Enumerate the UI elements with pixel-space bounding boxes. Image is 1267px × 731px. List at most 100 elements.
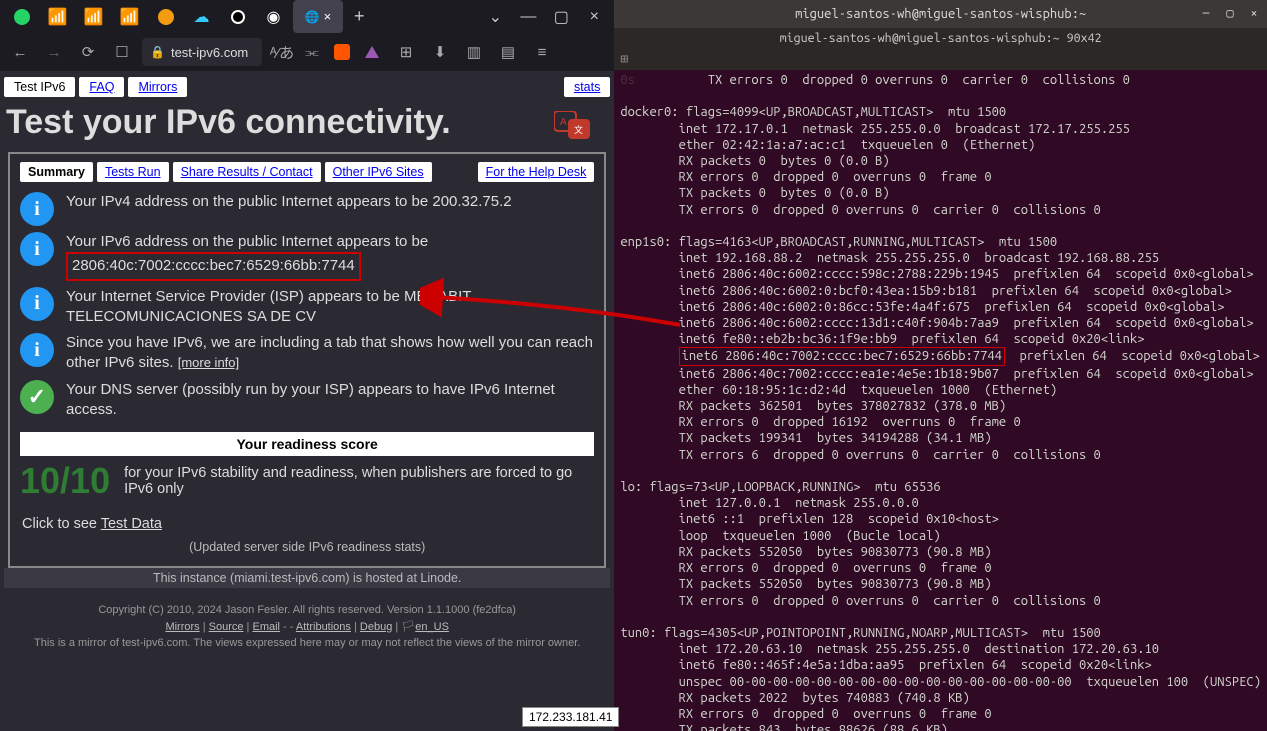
grid-icon[interactable]: ⊞ — [620, 51, 628, 68]
score-text: for your IPv6 stability and readiness, w… — [124, 465, 594, 497]
row-isp-text: Your Internet Service Provider (ISP) app… — [66, 287, 594, 328]
language-badge-icon[interactable]: A文 — [554, 111, 594, 141]
tab-whatsapp[interactable] — [5, 0, 38, 33]
terminal-output[interactable]: 0s TX errors 0 dropped 0 overruns 0 carr… — [614, 70, 1267, 731]
bookmark-icon[interactable]: ☐ — [108, 38, 136, 66]
terminal-titlebar: miguel-santos-wh@miguel-santos-wisphub:~… — [614, 0, 1267, 28]
orange-circle-icon — [158, 9, 174, 25]
github-icon: ◉ — [267, 7, 281, 27]
wifi-icon: 📶 — [48, 7, 68, 27]
browser-toolbar: ← → ⟳ ☐ 🔒 test-ipv6.com ᴬ⁄あ ⫘ ⊞ ⬇ ▥ ▤ ≡ — [0, 33, 614, 71]
tab-gen4[interactable] — [149, 0, 182, 33]
terminal-title: miguel-santos-wh@miguel-santos-wisphub:~ — [795, 6, 1086, 23]
window-minimize-button[interactable]: — — [513, 3, 543, 31]
tab-gen2[interactable]: 📶 — [77, 0, 110, 33]
url-bar[interactable]: 🔒 test-ipv6.com — [142, 38, 262, 66]
tab-stats[interactable]: stats — [564, 77, 610, 97]
wallet-icon[interactable]: ▥ — [460, 38, 488, 66]
bg-tab-os: 0s — [620, 73, 635, 87]
lock-icon: 🔒 — [150, 45, 165, 59]
row-ipv6-text: Your IPv6 address on the public Internet… — [66, 232, 428, 281]
wifi-icon: 📶 — [120, 7, 140, 27]
nav-forward-button[interactable]: → — [40, 38, 68, 66]
row-ipv6: i Your IPv6 address on the public Intern… — [20, 232, 594, 281]
window-close-button[interactable]: × — [579, 3, 609, 31]
nav-reload-button[interactable]: ⟳ — [74, 38, 102, 66]
terminal-toolbar: ⊞ — [614, 48, 1267, 70]
test-data-link[interactable]: Test Data — [101, 516, 162, 532]
subtab-share[interactable]: Share Results / Contact — [173, 162, 321, 182]
whatsapp-icon — [14, 9, 30, 25]
updated-note: (Updated server side IPv6 readiness stat… — [20, 540, 594, 554]
tab-test-ipv6[interactable]: Test IPv6 — [4, 77, 75, 97]
check-icon: ✓ — [20, 380, 54, 414]
new-tab-button[interactable]: + — [346, 6, 373, 27]
download-icon[interactable]: ⬇ — [426, 38, 454, 66]
tab-faq[interactable]: FAQ — [79, 77, 124, 97]
extensions-icon[interactable]: ⊞ — [392, 38, 420, 66]
term-close-button[interactable]: × — [1245, 5, 1263, 23]
footer-email-link[interactable]: Email — [252, 621, 280, 633]
footer-debug-link[interactable]: Debug — [360, 621, 392, 633]
translate-icon[interactable]: ᴬ⁄あ — [268, 38, 296, 66]
brave-rewards-icon[interactable] — [358, 38, 386, 66]
info-icon: i — [20, 232, 54, 266]
footer-mirrors-link[interactable]: Mirrors — [165, 621, 199, 633]
term-min-button[interactable]: — — [1197, 5, 1215, 23]
share-icon[interactable]: ⫘ — [298, 38, 326, 66]
nav-back-button[interactable]: ← — [6, 38, 34, 66]
row-isp: i Your Internet Service Provider (ISP) a… — [20, 287, 594, 328]
term-hl-tail: prefixlen 64 scopeid 0x0<global> — [1005, 349, 1260, 363]
cloud-icon: ☁ — [194, 7, 210, 27]
page-title: Test your IPv6 connectivity. — [6, 103, 610, 142]
subtab-tests[interactable]: Tests Run — [97, 162, 169, 182]
footer-attr-link[interactable]: Attributions — [296, 621, 351, 633]
subtab-summary[interactable]: Summary — [20, 162, 93, 182]
browser-window: 📶 📶 📶 ☁ ◉ 🌐 × + ⌄ — ▢ × ← → ⟳ ☐ 🔒 test-i… — [0, 0, 614, 731]
wifi-icon: 📶 — [84, 7, 104, 27]
tab-active[interactable]: 🌐 × — [293, 0, 343, 33]
tab-mirrors[interactable]: Mirrors — [128, 77, 187, 97]
row-tab-note: i Since you have IPv6, we are including … — [20, 333, 594, 374]
tab-gen3[interactable]: 📶 — [113, 0, 146, 33]
more-info-link[interactable]: [more info] — [178, 355, 239, 370]
hosted-line: This instance (miami.test-ipv6.com) is h… — [4, 568, 610, 588]
footer-source-link[interactable]: Source — [209, 621, 244, 633]
tab-dropdown-button[interactable]: ⌄ — [480, 3, 510, 31]
tab-gen1[interactable]: 📶 — [41, 0, 74, 33]
row-ipv4-text: Your IPv4 address on the public Internet… — [66, 192, 512, 212]
tab-gen5[interactable]: ☁ — [185, 0, 218, 33]
page-footer: Copyright (C) 2010, 2024 Jason Fesler. A… — [4, 602, 610, 652]
results-subtabs: Summary Tests Run Share Results / Contac… — [20, 162, 594, 182]
panda-icon — [231, 10, 245, 24]
page-top-tabs: Test IPv6 FAQ Mirrors stats — [4, 77, 610, 97]
results-panel: Summary Tests Run Share Results / Contac… — [8, 152, 606, 568]
subtab-other[interactable]: Other IPv6 Sites — [325, 162, 432, 182]
terminal-subtitle: miguel-santos-wh@miguel-santos-wisphub:~… — [614, 28, 1267, 48]
info-icon: i — [20, 192, 54, 226]
term-lines-bottom: inet6 2806:40c:7002:cccc:ea1e:4e5e:1b18:… — [620, 367, 1261, 731]
svg-text:文: 文 — [574, 124, 583, 135]
url-text: test-ipv6.com — [171, 45, 248, 60]
info-icon: i — [20, 333, 54, 367]
test-data-line: Click to see Test Data — [22, 516, 594, 532]
readiness-header: Your readiness score — [20, 432, 594, 456]
tab-close-button[interactable]: × — [324, 9, 332, 24]
tab-github[interactable]: ◉ — [257, 0, 290, 33]
term-max-button[interactable]: ▢ — [1221, 5, 1239, 23]
terminal-ipv6-highlight: inet6 2806:40c:7002:cccc:bec7:6529:66bb:… — [679, 347, 1005, 365]
ipv6-highlight: 2806:40c:7002:cccc:bec7:6529:66bb:7744 — [66, 252, 361, 280]
row-tab-note-text: Since you have IPv6, we are including a … — [66, 333, 594, 374]
sidebar-icon[interactable]: ▤ — [494, 38, 522, 66]
menu-icon[interactable]: ≡ — [528, 38, 556, 66]
footer-locale-link[interactable]: en_US — [415, 621, 449, 633]
window-maximize-button[interactable]: ▢ — [546, 3, 576, 31]
brave-shields-icon[interactable] — [328, 38, 356, 66]
tab-gen6[interactable] — [221, 0, 254, 33]
info-icon: i — [20, 287, 54, 321]
footer-copyright: Copyright (C) 2010, 2024 Jason Fesler. A… — [4, 602, 610, 619]
globe-icon: 🌐 — [305, 10, 320, 24]
subtab-helpdesk[interactable]: For the Help Desk — [478, 162, 595, 182]
terminal-window: miguel-santos-wh@miguel-santos-wisphub:~… — [614, 0, 1267, 731]
score-row: 10/10 for your IPv6 stability and readin… — [20, 460, 594, 502]
